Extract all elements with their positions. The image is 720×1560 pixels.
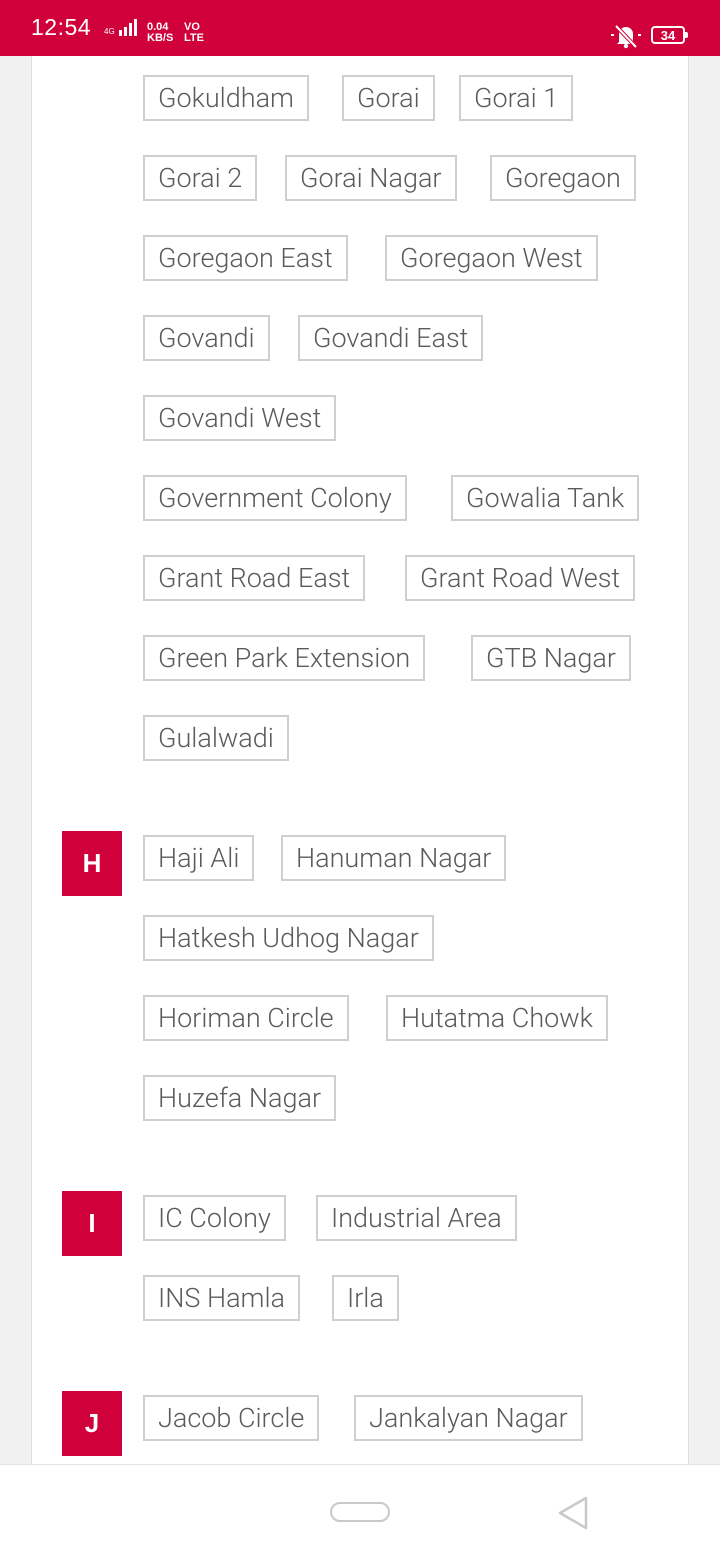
- locality-chip[interactable]: Hatkesh Udhog Nagar: [143, 915, 434, 961]
- locality-list-card: Gokuldham Gorai Gorai 1 Gorai 2 Gorai Na…: [31, 56, 689, 1464]
- locality-chip[interactable]: Haji Ali: [143, 835, 255, 881]
- locality-chip[interactable]: Grant Road West: [405, 555, 636, 601]
- mute-icon: [611, 24, 641, 49]
- section-letter-j: J: [62, 1391, 122, 1456]
- volte-indicator: VO LTE: [184, 22, 204, 44]
- section-letter-h: H: [62, 831, 122, 896]
- locality-chip[interactable]: Hanuman Nagar: [281, 835, 507, 881]
- locality-chip[interactable]: Goregaon: [490, 155, 636, 201]
- locality-chip[interactable]: GTB Nagar: [471, 635, 631, 681]
- locality-chip[interactable]: Industrial Area: [316, 1195, 517, 1241]
- locality-chip[interactable]: Irla: [332, 1275, 399, 1321]
- battery-icon: 34: [651, 26, 688, 44]
- locality-chip[interactable]: Gowalia Tank: [451, 475, 640, 521]
- status-bar: 12:54 4G 0.04 KB/S VO LTE 34: [0, 0, 720, 56]
- battery-level: 34: [660, 27, 676, 43]
- back-triangle-icon[interactable]: [556, 1495, 590, 1531]
- locality-chip[interactable]: IC Colony: [143, 1195, 286, 1241]
- locality-chip[interactable]: Gorai Nagar: [285, 155, 457, 201]
- network-type: 4G: [104, 27, 115, 36]
- locality-chip[interactable]: Green Park Extension: [143, 635, 426, 681]
- locality-chip[interactable]: Jankalyan Nagar: [354, 1395, 583, 1441]
- section-letter-i: I: [62, 1191, 122, 1256]
- locality-chip[interactable]: Govandi: [143, 315, 270, 361]
- status-time: 12:54: [31, 14, 92, 40]
- signal-icon: 4G: [104, 18, 137, 36]
- network-speed: 0.04 KB/S: [147, 22, 173, 44]
- locality-chip[interactable]: Grant Road East: [143, 555, 366, 601]
- locality-chip[interactable]: Government Colony: [143, 475, 407, 521]
- locality-chip[interactable]: Huzefa Nagar: [143, 1075, 337, 1121]
- locality-chip[interactable]: Jacob Circle: [143, 1395, 320, 1441]
- locality-chip[interactable]: Goregaon West: [385, 235, 598, 281]
- locality-chip[interactable]: Hutatma Chowk: [386, 995, 608, 1041]
- locality-chip[interactable]: Gulalwadi: [143, 715, 289, 761]
- locality-chip[interactable]: Govandi West: [143, 395, 337, 441]
- volte-bottom: LTE: [184, 32, 204, 44]
- locality-chip[interactable]: Gokuldham: [143, 75, 309, 121]
- locality-chip[interactable]: Horiman Circle: [143, 995, 349, 1041]
- home-pill-icon[interactable]: [330, 1502, 390, 1522]
- network-speed-unit: KB/S: [147, 32, 174, 44]
- navigation-bar: [0, 1464, 720, 1560]
- locality-chip[interactable]: Gorai 2: [143, 155, 258, 201]
- locality-chip[interactable]: Gorai 1: [459, 75, 574, 121]
- locality-chip[interactable]: Gorai: [342, 75, 435, 121]
- locality-chip[interactable]: Goregaon East: [143, 235, 348, 281]
- locality-chip[interactable]: Govandi East: [298, 315, 484, 361]
- locality-chip[interactable]: INS Hamla: [143, 1275, 301, 1321]
